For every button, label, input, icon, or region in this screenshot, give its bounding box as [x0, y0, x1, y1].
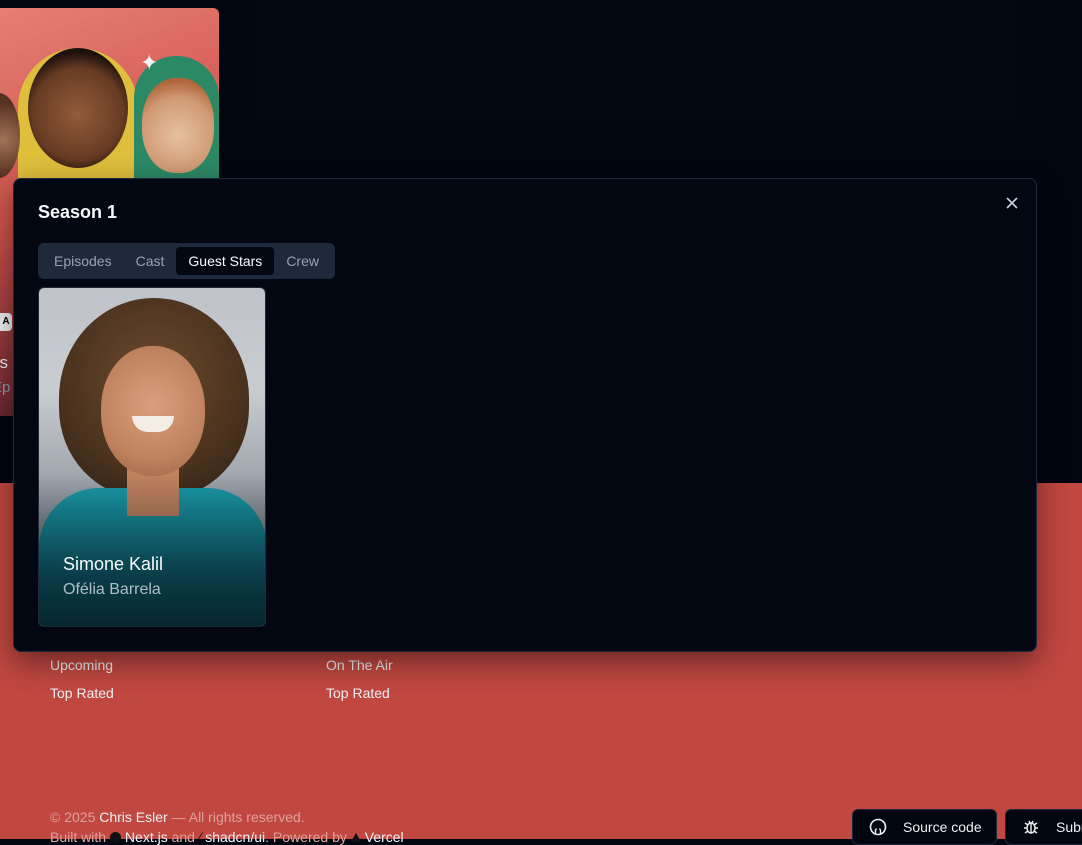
tab-episodes[interactable]: Episodes: [42, 247, 124, 275]
guest-star-character: Ofélia Barrela: [63, 581, 161, 598]
close-icon[interactable]: [1004, 195, 1020, 211]
tab-crew[interactable]: Crew: [274, 247, 331, 275]
dialog-title: Season 1: [38, 202, 118, 222]
season-dialog: Season 1 Episodes Cast Guest Stars Crew …: [13, 178, 1037, 652]
guest-star-name: Simone Kalil: [63, 554, 164, 574]
tab-guest-stars[interactable]: Guest Stars: [176, 247, 275, 275]
tab-cast[interactable]: Cast: [124, 247, 177, 275]
guest-star-card[interactable]: Simone Kalil Ofélia Barrela: [38, 287, 266, 627]
card-gradient: [39, 288, 265, 626]
season-tabs: Episodes Cast Guest Stars Crew: [38, 243, 335, 279]
